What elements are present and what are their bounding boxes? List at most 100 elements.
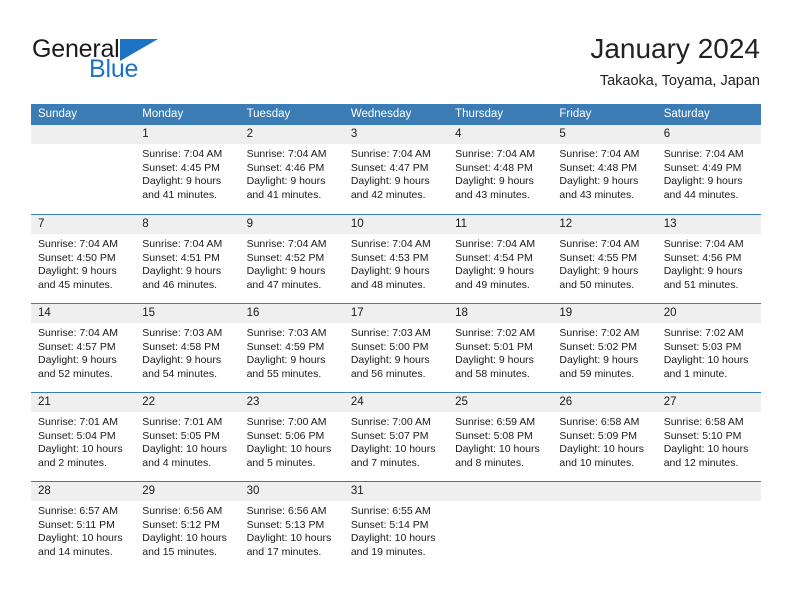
day-cell[interactable]: 1 Sunrise: 7:04 AM Sunset: 4:45 PM Dayli… — [135, 125, 240, 214]
daylight-text-line1: Daylight: 10 hours — [38, 532, 123, 545]
daylight-text-line2: and 46 minutes. — [142, 278, 217, 291]
day-number: 8 — [135, 215, 240, 234]
day-details: Sunrise: 7:04 AM Sunset: 4:53 PM Dayligh… — [344, 234, 448, 292]
sunset-text: Sunset: 4:50 PM — [38, 251, 116, 264]
sunset-text: Sunset: 4:54 PM — [455, 251, 533, 264]
daylight-text-line1: Daylight: 9 hours — [455, 175, 534, 188]
day-details: Sunrise: 6:59 AM Sunset: 5:08 PM Dayligh… — [448, 412, 552, 470]
week-row: 1 Sunrise: 7:04 AM Sunset: 4:45 PM Dayli… — [31, 125, 761, 214]
sunset-text: Sunset: 5:03 PM — [663, 340, 742, 353]
day-cell[interactable]: 6 Sunrise: 7:04 AM Sunset: 4:49 PM Dayli… — [656, 125, 761, 214]
day-cell[interactable]: 22 Sunrise: 7:01 AM Sunset: 5:05 PM Dayl… — [135, 393, 240, 481]
title-block: January 2024 Takaoka, Toyama, Japan — [590, 32, 760, 90]
day-cell[interactable]: 21 Sunrise: 7:01 AM Sunset: 5:04 PM Dayl… — [31, 393, 136, 481]
sunrise-text: Sunrise: 6:56 AM — [142, 505, 223, 517]
day-cell[interactable]: 11 Sunrise: 7:04 AM Sunset: 4:54 PM Dayl… — [448, 215, 553, 303]
daylight-text-line1: Daylight: 9 hours — [246, 265, 326, 278]
daylight-text-line1: Daylight: 10 hours — [38, 443, 123, 456]
day-cell[interactable]: 31 Sunrise: 6:55 AM Sunset: 5:14 PM Dayl… — [343, 482, 449, 570]
day-number: 9 — [239, 215, 344, 234]
day-cell[interactable]: 16 Sunrise: 7:03 AM Sunset: 4:59 PM Dayl… — [239, 304, 344, 392]
sunrise-text: Sunrise: 7:04 AM — [663, 238, 744, 250]
daylight-text-line1: Daylight: 10 hours — [142, 443, 227, 456]
day-cell[interactable]: 30 Sunrise: 6:56 AM Sunset: 5:13 PM Dayl… — [239, 482, 344, 570]
sunrise-text: Sunrise: 7:04 AM — [246, 148, 327, 160]
sunrise-text: Sunrise: 7:03 AM — [350, 327, 431, 339]
sunset-text: Sunset: 4:59 PM — [246, 340, 325, 353]
sunset-text: Sunset: 4:49 PM — [663, 161, 742, 174]
day-cell[interactable]: 27 Sunrise: 6:58 AM Sunset: 5:10 PM Dayl… — [656, 393, 761, 481]
day-cell[interactable]: 9 Sunrise: 7:04 AM Sunset: 4:52 PM Dayli… — [239, 215, 344, 303]
sunset-text: Sunset: 4:47 PM — [350, 161, 429, 174]
day-number: 11 — [448, 215, 553, 234]
daylight-text-line2: and 55 minutes. — [246, 367, 322, 380]
day-details: Sunrise: 7:01 AM Sunset: 5:04 PM Dayligh… — [31, 412, 135, 470]
daylight-text-line2: and 1 minute. — [663, 367, 728, 380]
day-cell[interactable]: 14 Sunrise: 7:04 AM Sunset: 4:57 PM Dayl… — [31, 304, 136, 392]
sunrise-text: Sunrise: 6:58 AM — [663, 416, 744, 428]
day-cell[interactable]: 24 Sunrise: 7:00 AM Sunset: 5:07 PM Dayl… — [343, 393, 449, 481]
daylight-text-line1: Daylight: 9 hours — [38, 354, 117, 367]
day-details: Sunrise: 7:04 AM Sunset: 4:50 PM Dayligh… — [31, 234, 135, 292]
day-details: Sunrise: 7:04 AM Sunset: 4:51 PM Dayligh… — [135, 234, 239, 292]
daylight-text-line2: and 10 minutes. — [559, 456, 635, 469]
sunset-text: Sunset: 4:58 PM — [142, 340, 220, 353]
sunset-text: Sunset: 4:48 PM — [559, 161, 638, 174]
day-details: Sunrise: 7:04 AM Sunset: 4:55 PM Dayligh… — [552, 234, 656, 292]
daylight-text-line1: Daylight: 9 hours — [559, 354, 639, 367]
sunrise-text: Sunrise: 7:04 AM — [350, 238, 431, 250]
day-cell[interactable]: 2 Sunrise: 7:04 AM Sunset: 4:46 PM Dayli… — [239, 125, 344, 214]
day-cell[interactable]: 20 Sunrise: 7:02 AM Sunset: 5:03 PM Dayl… — [656, 304, 761, 392]
day-cell[interactable]: 29 Sunrise: 6:56 AM Sunset: 5:12 PM Dayl… — [135, 482, 240, 570]
day-cell[interactable]: 26 Sunrise: 6:58 AM Sunset: 5:09 PM Dayl… — [552, 393, 657, 481]
day-number: 29 — [135, 482, 240, 501]
day-cell[interactable]: 3 Sunrise: 7:04 AM Sunset: 4:47 PM Dayli… — [343, 125, 449, 214]
daylight-text-line1: Daylight: 9 hours — [350, 265, 430, 278]
daylight-text-line2: and 43 minutes. — [455, 188, 530, 201]
weekday-header-monday: Monday — [142, 108, 184, 120]
day-number: 28 — [31, 482, 136, 501]
daylight-text-line2: and 49 minutes. — [455, 278, 530, 291]
day-number: 16 — [239, 304, 344, 323]
day-cell[interactable]: 15 Sunrise: 7:03 AM Sunset: 4:58 PM Dayl… — [135, 304, 240, 392]
daylight-text-line2: and 4 minutes. — [142, 456, 212, 469]
day-cell[interactable]: 19 Sunrise: 7:02 AM Sunset: 5:02 PM Dayl… — [552, 304, 657, 392]
daylight-text-line1: Daylight: 10 hours — [663, 443, 749, 456]
page-title: January 2024 — [590, 33, 760, 64]
daylight-text-line1: Daylight: 9 hours — [559, 265, 639, 278]
day-cell[interactable]: 13 Sunrise: 7:04 AM Sunset: 4:56 PM Dayl… — [656, 215, 761, 303]
sunrise-text: Sunrise: 6:55 AM — [350, 505, 431, 517]
day-cell[interactable]: 10 Sunrise: 7:04 AM Sunset: 4:53 PM Dayl… — [343, 215, 449, 303]
day-cell[interactable]: 7 Sunrise: 7:04 AM Sunset: 4:50 PM Dayli… — [31, 215, 136, 303]
sunset-text: Sunset: 4:46 PM — [246, 161, 325, 174]
daylight-text-line1: Daylight: 9 hours — [350, 354, 430, 367]
day-cell[interactable]: 23 Sunrise: 7:00 AM Sunset: 5:06 PM Dayl… — [239, 393, 344, 481]
daylight-text-line1: Daylight: 9 hours — [663, 265, 743, 278]
sunset-text: Sunset: 4:53 PM — [350, 251, 429, 264]
day-number: 10 — [343, 215, 449, 234]
day-cell[interactable]: 4 Sunrise: 7:04 AM Sunset: 4:48 PM Dayli… — [448, 125, 553, 214]
day-number: 3 — [343, 125, 449, 144]
day-cell[interactable]: 25 Sunrise: 6:59 AM Sunset: 5:08 PM Dayl… — [448, 393, 553, 481]
day-details: Sunrise: 7:04 AM Sunset: 4:57 PM Dayligh… — [31, 323, 135, 381]
page-subtitle-location: Takaoka, Toyama, Japan — [599, 73, 760, 89]
general-blue-logo[interactable]: General Blue — [32, 36, 262, 92]
day-cell[interactable]: 8 Sunrise: 7:04 AM Sunset: 4:51 PM Dayli… — [135, 215, 240, 303]
day-number — [31, 125, 136, 144]
day-details: Sunrise: 7:03 AM Sunset: 5:00 PM Dayligh… — [344, 323, 448, 381]
daylight-text-line2: and 54 minutes. — [142, 367, 217, 380]
day-number: 5 — [552, 125, 657, 144]
day-cell[interactable]: 17 Sunrise: 7:03 AM Sunset: 5:00 PM Dayl… — [343, 304, 449, 392]
day-cell[interactable]: 28 Sunrise: 6:57 AM Sunset: 5:11 PM Dayl… — [31, 482, 136, 570]
day-number: 27 — [656, 393, 761, 412]
day-cell[interactable]: 12 Sunrise: 7:04 AM Sunset: 4:55 PM Dayl… — [552, 215, 657, 303]
page-header: General Blue January 2024 Takaoka, Toyam… — [0, 0, 792, 100]
daylight-text-line2: and 2 minutes. — [38, 456, 107, 469]
day-number: 7 — [31, 215, 136, 234]
day-number: 1 — [135, 125, 240, 144]
daylight-text-line1: Daylight: 9 hours — [142, 354, 222, 367]
day-cell[interactable]: 5 Sunrise: 7:04 AM Sunset: 4:48 PM Dayli… — [552, 125, 657, 214]
daylight-text-line1: Daylight: 9 hours — [246, 175, 326, 188]
sunset-text: Sunset: 5:07 PM — [350, 429, 429, 442]
day-cell[interactable]: 18 Sunrise: 7:02 AM Sunset: 5:01 PM Dayl… — [448, 304, 553, 392]
